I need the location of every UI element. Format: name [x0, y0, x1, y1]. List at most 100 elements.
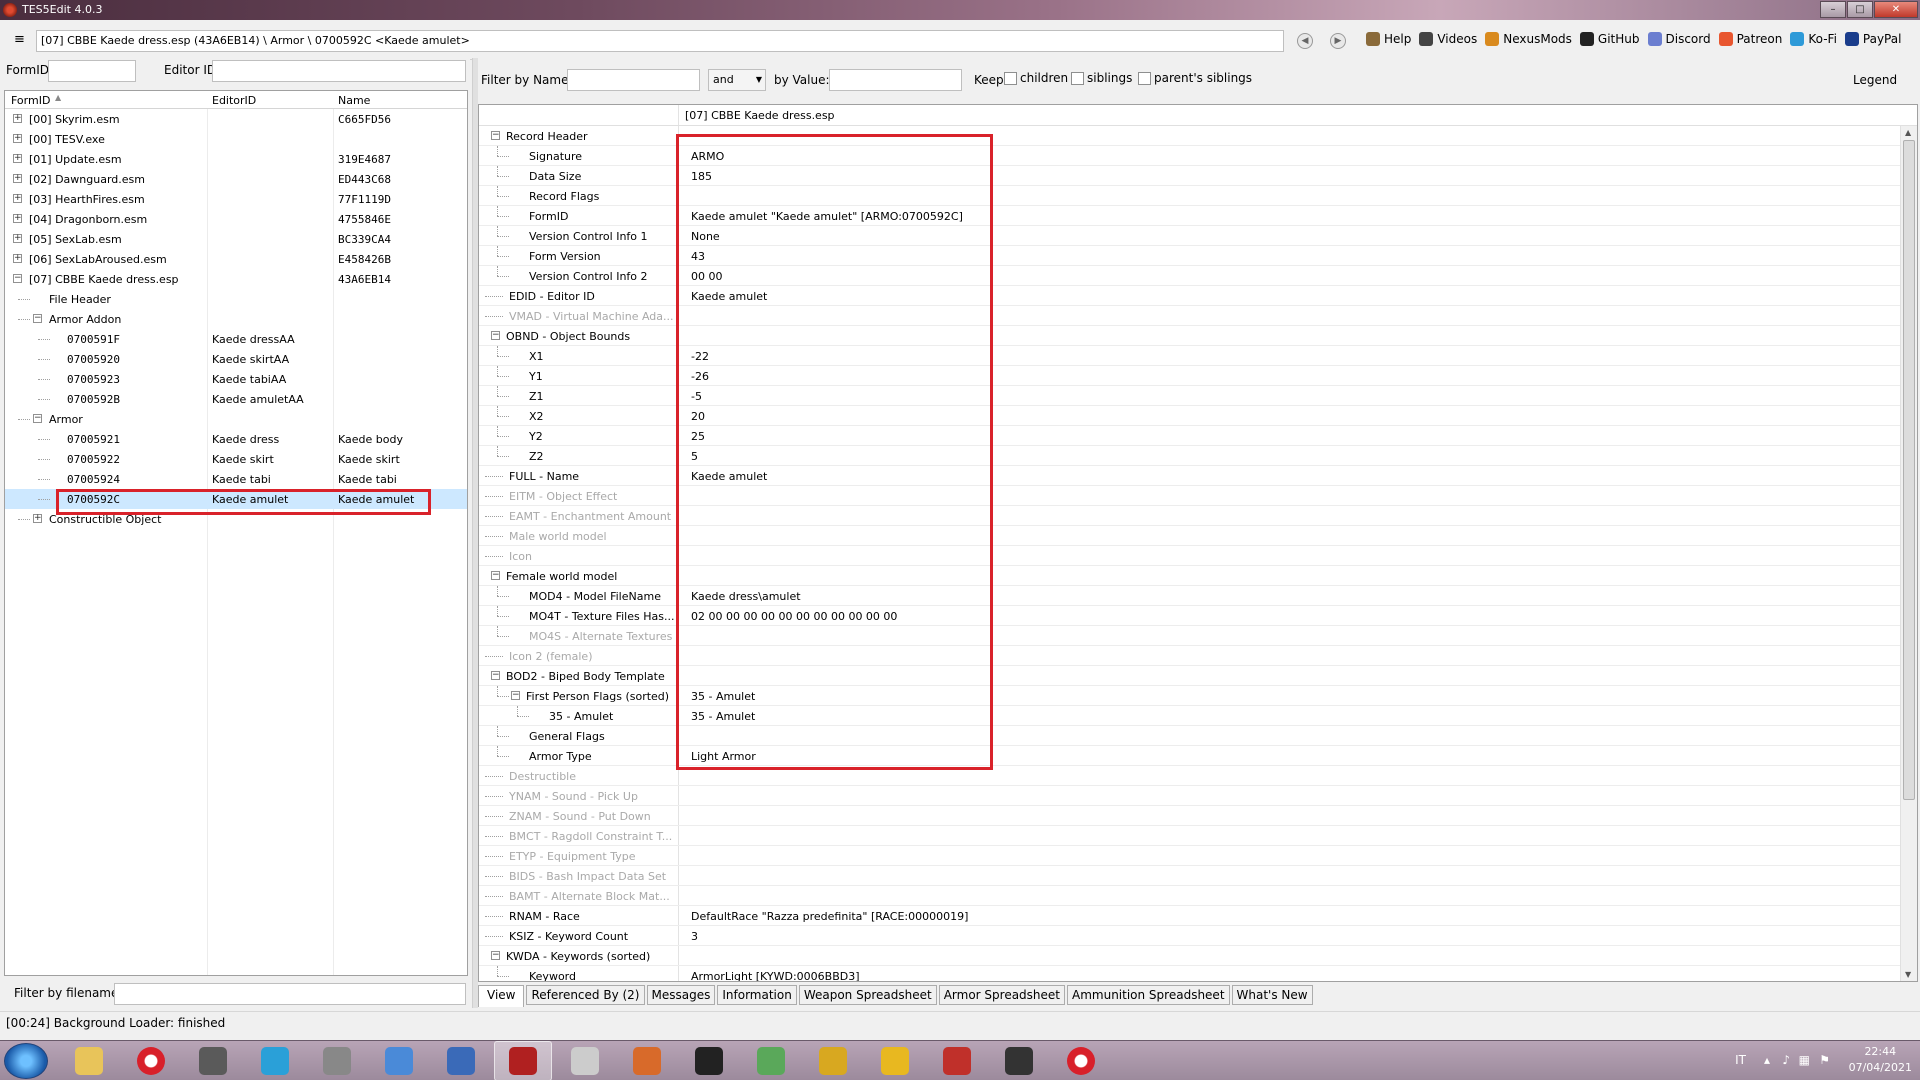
tree-row[interactable]: + [00] Skyrim.esm C665FD56 — [5, 109, 467, 129]
taskbar-app[interactable] — [494, 1041, 552, 1080]
scroll-thumb[interactable] — [1903, 140, 1915, 800]
tree-row[interactable]: + [00] TESV.exe — [5, 129, 467, 149]
expand-icon[interactable]: + — [13, 174, 22, 183]
grid-row[interactable]: General Flags — [479, 726, 1917, 746]
grid-row[interactable]: Version Control Info 1 None — [479, 226, 1917, 246]
tree-row[interactable]: + [03] HearthFires.esm 77F1119D — [5, 189, 467, 209]
grid-row[interactable]: KSIZ - Keyword Count 3 — [479, 926, 1917, 946]
grid-row[interactable]: Data Size 185 — [479, 166, 1917, 186]
grid-row[interactable]: Male world model — [479, 526, 1917, 546]
language-indicator[interactable]: IT — [1735, 1053, 1746, 1067]
tab-view[interactable]: View — [478, 985, 525, 1007]
formid-input[interactable] — [48, 60, 136, 82]
expand-icon[interactable]: + — [13, 194, 22, 203]
taskbar-app[interactable] — [60, 1041, 118, 1080]
grid-row[interactable]: Y1 -26 — [479, 366, 1917, 386]
taskbar-app[interactable] — [804, 1041, 862, 1080]
collapse-icon[interactable]: − — [33, 414, 42, 423]
menu-icon[interactable]: ≡ — [14, 33, 25, 46]
grid-row[interactable]: − Record Header — [479, 126, 1917, 146]
collapse-icon[interactable]: − — [491, 131, 500, 140]
col-formid[interactable]: FormID — [11, 94, 50, 107]
grid-row[interactable]: − Female world model — [479, 566, 1917, 586]
tree-row[interactable]: + [02] Dawnguard.esm ED443C68 — [5, 169, 467, 189]
taskbar-app[interactable] — [866, 1041, 924, 1080]
tree-row[interactable]: + [04] Dragonborn.esm 4755846E — [5, 209, 467, 229]
taskbar-app[interactable] — [122, 1041, 180, 1080]
taskbar-app[interactable] — [556, 1041, 614, 1080]
link-help[interactable]: Help — [1366, 32, 1411, 46]
tree-row[interactable]: 07005920 Kaede skirtAA — [5, 349, 467, 369]
tree-row[interactable]: + [05] SexLab.esm BC339CA4 — [5, 229, 467, 249]
filter-name-input[interactable] — [567, 69, 700, 91]
link-github[interactable]: GitHub — [1579, 32, 1640, 46]
tree-row[interactable]: − Armor — [5, 409, 467, 429]
taskbar-app[interactable] — [680, 1041, 738, 1080]
tree-row[interactable]: − [07] CBBE Kaede dress.esp 43A6EB14 — [5, 269, 467, 289]
taskbar-app[interactable] — [618, 1041, 676, 1080]
tree-row[interactable]: − Armor Addon — [5, 309, 467, 329]
link-paypal[interactable]: PayPal — [1844, 32, 1901, 46]
taskbar-app[interactable] — [246, 1041, 304, 1080]
forward-icon[interactable]: ▶ — [1330, 33, 1346, 49]
children-checkbox[interactable]: children — [1004, 71, 1068, 85]
tree-row[interactable]: + [01] Update.esm 319E4687 — [5, 149, 467, 169]
flag-icon[interactable]: ⚑ — [1819, 1053, 1830, 1067]
grid-scrollbar[interactable]: ▲ ▼ — [1900, 126, 1917, 981]
tree-row[interactable]: 07005921 Kaede dress Kaede body — [5, 429, 467, 449]
close-button[interactable]: ✕ — [1874, 1, 1918, 18]
tab-what-s-new[interactable]: What's New — [1231, 985, 1313, 1005]
grid-row[interactable]: VMAD - Virtual Machine Ada... — [479, 306, 1917, 326]
tab-messages[interactable]: Messages — [646, 985, 716, 1005]
grid-row[interactable]: YNAM - Sound - Pick Up — [479, 786, 1917, 806]
grid-row[interactable]: FormID Kaede amulet "Kaede amulet" [ARMO:… — [479, 206, 1917, 226]
grid-row[interactable]: BMCT - Ragdoll Constraint T... — [479, 826, 1917, 846]
parents-siblings-checkbox[interactable]: parent's siblings — [1138, 71, 1252, 85]
siblings-checkbox[interactable]: siblings — [1071, 71, 1132, 85]
tab-referenced-by-2-[interactable]: Referenced By (2) — [526, 985, 645, 1005]
taskbar-app[interactable] — [1052, 1041, 1110, 1080]
tree-row[interactable]: 07005924 Kaede tabi Kaede tabi — [5, 469, 467, 489]
legend-button[interactable]: Legend — [1853, 73, 1897, 87]
grid-row[interactable]: EAMT - Enchantment Amount — [479, 506, 1917, 526]
filter-operator-select[interactable]: and ▼ — [708, 69, 766, 91]
record-path-field[interactable]: [07] CBBE Kaede dress.esp (43A6EB14) \ A… — [36, 30, 1284, 52]
taskbar-app[interactable] — [308, 1041, 366, 1080]
grid-row[interactable]: − First Person Flags (sorted) 35 - Amulet — [479, 686, 1917, 706]
link-nexusmods[interactable]: NexusMods — [1485, 32, 1572, 46]
grid-row[interactable]: RNAM - Race DefaultRace "Razza predefinit… — [479, 906, 1917, 926]
tab-armor-spreadsheet[interactable]: Armor Spreadsheet — [938, 985, 1065, 1005]
grid-row[interactable]: 35 - Amulet 35 - Amulet — [479, 706, 1917, 726]
grid-row[interactable]: − KWDA - Keywords (sorted) — [479, 946, 1917, 966]
link-ko-fi[interactable]: Ko-Fi — [1790, 32, 1837, 46]
back-icon[interactable]: ◀ — [1297, 33, 1313, 49]
taskbar-app[interactable] — [432, 1041, 490, 1080]
grid-row[interactable]: − OBND - Object Bounds — [479, 326, 1917, 346]
grid-row[interactable]: Icon 2 (female) — [479, 646, 1917, 666]
grid-row[interactable]: EDID - Editor ID Kaede amulet — [479, 286, 1917, 306]
grid-row[interactable]: EITM - Object Effect — [479, 486, 1917, 506]
collapse-icon[interactable]: − — [13, 274, 22, 283]
volume-icon[interactable]: ♪ — [1782, 1053, 1790, 1067]
tab-ammunition-spreadsheet[interactable]: Ammunition Spreadsheet — [1067, 985, 1230, 1005]
expand-icon[interactable]: + — [13, 134, 22, 143]
tray-arrow-icon[interactable]: ▴ — [1764, 1053, 1770, 1067]
expand-icon[interactable]: + — [13, 154, 22, 163]
link-videos[interactable]: Videos — [1419, 32, 1477, 46]
grid-row[interactable]: Form Version 43 — [479, 246, 1917, 266]
grid-row[interactable]: BIDS - Bash Impact Data Set — [479, 866, 1917, 886]
collapse-icon[interactable]: − — [511, 691, 520, 700]
start-button[interactable] — [4, 1043, 48, 1079]
grid-row[interactable]: BAMT - Alternate Block Mat... — [479, 886, 1917, 906]
grid-row[interactable]: Y2 25 — [479, 426, 1917, 446]
taskbar-app[interactable] — [370, 1041, 428, 1080]
tree-row[interactable]: 0700592B Kaede amuletAA — [5, 389, 467, 409]
expand-icon[interactable]: + — [13, 214, 22, 223]
tree-row[interactable]: 07005923 Kaede tabiAA — [5, 369, 467, 389]
grid-row[interactable]: FULL - Name Kaede amulet — [479, 466, 1917, 486]
tree-row[interactable]: + Constructible Object — [5, 509, 467, 529]
scroll-up-icon[interactable]: ▲ — [1905, 128, 1911, 137]
collapse-icon[interactable]: − — [491, 671, 500, 680]
collapse-icon[interactable]: − — [33, 314, 42, 323]
scroll-down-icon[interactable]: ▼ — [1905, 970, 1911, 979]
